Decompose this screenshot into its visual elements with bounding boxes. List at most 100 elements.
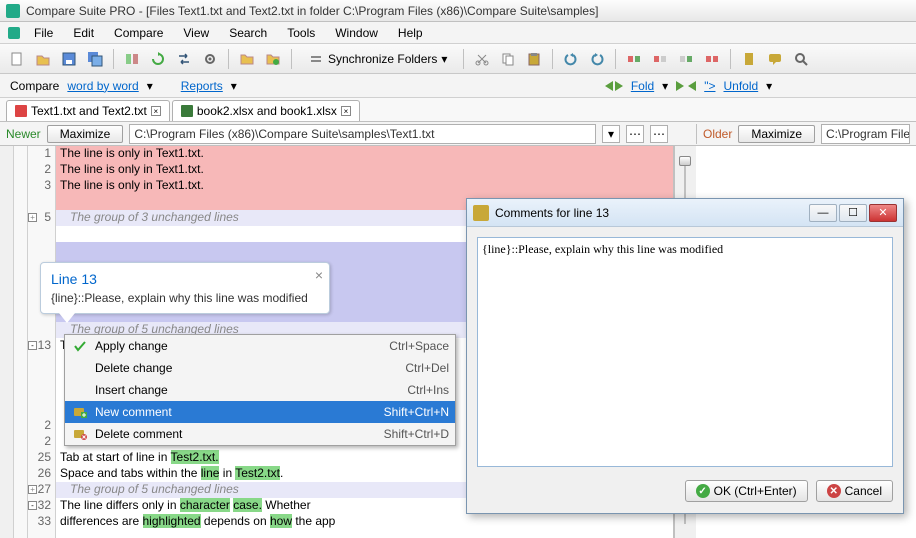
tb-diff3-icon[interactable] [675, 48, 697, 70]
menu-help[interactable]: Help [390, 24, 431, 42]
maximize-left-button[interactable]: Maximize [47, 125, 124, 143]
dialog-ok-button[interactable]: ✓ OK (Ctrl+Enter) [685, 480, 808, 502]
ctx-item-delete-comment[interactable]: Delete commentShift+Ctrl+D [65, 423, 455, 445]
dropdown-icon[interactable]: ▾ [147, 79, 153, 93]
ok-label: OK (Ctrl+Enter) [714, 484, 797, 498]
tb-saveall-icon[interactable] [84, 48, 106, 70]
unfold-left-icon [676, 81, 684, 91]
tb-bookmark-icon[interactable] [738, 48, 760, 70]
dialog-close-icon[interactable]: ✕ [869, 204, 897, 222]
tb-comment-icon[interactable] [764, 48, 786, 70]
path-left[interactable]: C:\Program Files (x86)\Compare Suite\sam… [129, 124, 596, 144]
overview-map[interactable] [0, 146, 14, 538]
dropdown-icon[interactable]: ▾ [766, 79, 772, 93]
window-title: Compare Suite PRO - [Files Text1.txt and… [26, 4, 598, 18]
code-line[interactable]: differences are highlighted depends on h… [56, 514, 673, 530]
tab-close-icon[interactable]: × [151, 106, 161, 116]
tb-redo-icon[interactable] [586, 48, 608, 70]
document-tabs: Text1.txt and Text2.txt × book2.xlsx and… [0, 98, 916, 122]
tb-settings-icon[interactable] [199, 48, 221, 70]
toolbar-separator [113, 49, 114, 69]
dialog-titlebar[interactable]: Comments for line 13 — ☐ ✕ [467, 199, 903, 227]
x-icon [71, 425, 89, 443]
tb-diff2-icon[interactable] [649, 48, 671, 70]
reports-link[interactable]: Reports [181, 79, 223, 93]
menu-file[interactable]: File [26, 24, 61, 42]
tooltip-close-icon[interactable]: × [315, 267, 323, 283]
path-dropdown-icon[interactable]: ▾ [602, 125, 620, 143]
option-bar: Compare word by word ▾ Reports ▾ Fold ▾ … [0, 74, 916, 98]
tb-compare-icon[interactable] [121, 48, 143, 70]
unfold-link[interactable]: Unfold [723, 79, 758, 93]
maximize-right-button[interactable]: Maximize [738, 125, 815, 143]
tab-icon [15, 105, 27, 117]
dropdown-icon[interactable]: ▾ [662, 79, 668, 93]
code-line[interactable]: The line is only in Text1.txt. [56, 162, 673, 178]
ok-icon: ✓ [696, 484, 710, 498]
tb-save-icon[interactable] [58, 48, 80, 70]
menu-tools[interactable]: Tools [279, 24, 323, 42]
tab-close-icon[interactable]: × [341, 106, 351, 116]
tb-refresh-icon[interactable] [147, 48, 169, 70]
menu-view[interactable]: View [175, 24, 217, 42]
tb-new-icon[interactable] [6, 48, 28, 70]
unfold-right-icon [688, 81, 696, 91]
blank-icon [71, 381, 89, 399]
menu-window[interactable]: Window [327, 24, 386, 42]
cancel-icon: ✕ [827, 484, 841, 498]
tb-copy-icon[interactable] [497, 48, 519, 70]
dropdown-icon[interactable]: ▾ [231, 79, 237, 93]
tb-swap-icon[interactable] [173, 48, 195, 70]
tooltip-title: Line 13 [51, 271, 319, 287]
tb-sync-folders[interactable]: Synchronize Folders ▾ [299, 48, 456, 70]
tab-text1-text2[interactable]: Text1.txt and Text2.txt × [6, 100, 170, 121]
dialog-maximize-icon[interactable]: ☐ [839, 204, 867, 222]
ctx-shortcut: Ctrl+Ins [407, 383, 449, 397]
tb-undo-icon[interactable] [560, 48, 582, 70]
fold-link[interactable]: Fold [631, 79, 654, 93]
tb-paste-icon[interactable] [523, 48, 545, 70]
code-line[interactable]: The line is only in Text1.txt. [56, 178, 673, 194]
ctx-shortcut: Ctrl+Del [405, 361, 449, 375]
tb-open-icon[interactable] [32, 48, 54, 70]
tb-diff1-icon[interactable] [623, 48, 645, 70]
blank-icon [71, 359, 89, 377]
menu-search[interactable]: Search [221, 24, 275, 42]
fold-gutter[interactable] [14, 146, 28, 538]
code-line[interactable]: The line is only in Text1.txt. [56, 146, 673, 162]
dialog-minimize-icon[interactable]: — [809, 204, 837, 222]
tb-folder-icon[interactable] [236, 48, 258, 70]
path-browse-icon[interactable]: ⋯ [626, 125, 644, 143]
tab-book2-book1[interactable]: book2.xlsx and book1.xlsx × [172, 100, 360, 121]
toolbar: Synchronize Folders ▾ [0, 44, 916, 74]
dialog-cancel-button[interactable]: ✕ Cancel [816, 480, 893, 502]
menu-bar: File Edit Compare View Search Tools Wind… [0, 22, 916, 44]
tb-cut-icon[interactable] [471, 48, 493, 70]
tb-sync-label: Synchronize Folders [328, 52, 437, 66]
app-menu-icon[interactable] [6, 25, 22, 41]
ctx-item-insert-change[interactable]: Insert changeCtrl+Ins [65, 379, 455, 401]
ctx-item-apply-change[interactable]: Apply changeCtrl+Space [65, 335, 455, 357]
path-right[interactable]: C:\Program Files (x [821, 124, 910, 144]
tb-diff4-icon[interactable] [701, 48, 723, 70]
fold-right-icon [615, 81, 623, 91]
compare-mode-link[interactable]: word by word [67, 79, 138, 93]
dialog-title: Comments for line 13 [495, 206, 609, 220]
ctx-item-new-comment[interactable]: New commentShift+Ctrl+N [65, 401, 455, 423]
compare-label: Compare [10, 79, 59, 93]
menu-edit[interactable]: Edit [65, 24, 102, 42]
tb-folder2-icon[interactable] [262, 48, 284, 70]
fold-left-icon [605, 81, 613, 91]
ctx-shortcut: Ctrl+Space [389, 339, 449, 353]
ctx-item-delete-change[interactable]: Delete changeCtrl+Del [65, 357, 455, 379]
comment-textarea[interactable] [477, 237, 893, 467]
tooltip-body: {line}::Please, explain why this line wa… [51, 291, 319, 305]
tb-find-icon[interactable] [790, 48, 812, 70]
path-browse2-icon[interactable]: ⋯ [650, 125, 668, 143]
dialog-icon [473, 205, 489, 221]
menu-compare[interactable]: Compare [106, 24, 171, 42]
slider-thumb[interactable] [679, 156, 691, 166]
ctx-shortcut: Shift+Ctrl+D [384, 427, 449, 441]
ctx-label: Delete change [95, 361, 405, 375]
toolbar-separator [463, 49, 464, 69]
